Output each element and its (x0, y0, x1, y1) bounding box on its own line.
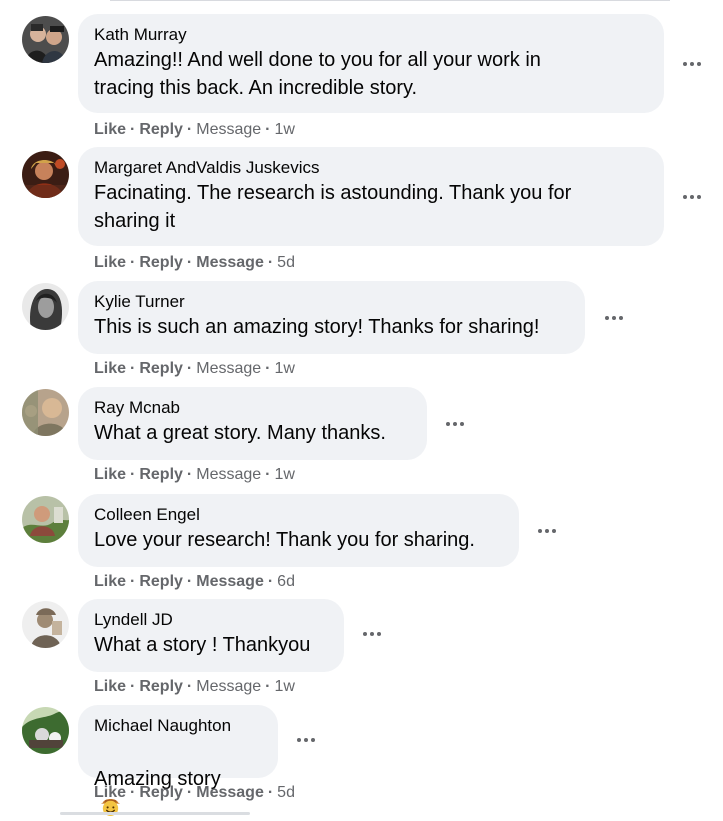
reply-link[interactable]: Reply (139, 678, 183, 695)
comment-text: This is such an amazing story! Thanks fo… (94, 316, 540, 338)
comment-actions: Like · Reply · Message · 5d (94, 254, 295, 271)
comment-bubble: Michael Naughton Amazing story (78, 705, 278, 817)
message-link[interactable]: Message (196, 784, 264, 801)
reply-link[interactable]: Reply (139, 573, 183, 590)
avatar[interactable] (22, 496, 69, 543)
comment-time[interactable]: 1w (275, 121, 295, 138)
comment-actions: Like · Reply · Message · 6d (94, 573, 295, 590)
avatar[interactable] (22, 707, 69, 754)
message-link[interactable]: Message (196, 121, 261, 138)
message-link[interactable]: Message (196, 254, 264, 271)
more-options-icon[interactable] (598, 308, 630, 328)
like-link[interactable]: Like (94, 360, 126, 377)
avatar[interactable] (22, 601, 69, 648)
comment-text: Facinating. The research is astounding. … (94, 182, 572, 232)
comment-author[interactable]: Ray Mcnab (94, 397, 411, 419)
comment-text: Amazing story (94, 737, 262, 821)
comment-bubble: Kath Murray Amazing!! And well done to y… (78, 14, 664, 113)
comment-author[interactable]: Michael Naughton (94, 715, 262, 737)
comment-actions: Like · Reply · Message · 1w (94, 466, 295, 483)
comment-text: Amazing!! And well done to you for all y… (94, 49, 541, 99)
reply-link[interactable]: Reply (139, 360, 183, 377)
comment-time[interactable]: 5d (277, 784, 295, 801)
like-link[interactable]: Like (94, 678, 126, 695)
comment-bubble: Lyndell JD What a story ! Thankyou (78, 599, 344, 672)
message-link[interactable]: Message (196, 360, 261, 377)
comment-author[interactable]: Kylie Turner (94, 291, 569, 313)
comment-author[interactable]: Kath Murray (94, 24, 648, 46)
message-link[interactable]: Message (196, 466, 261, 483)
comment-bubble: Colleen Engel Love your research! Thank … (78, 494, 519, 567)
comment-time[interactable]: 1w (275, 678, 295, 695)
comment-author[interactable]: Lyndell JD (94, 609, 328, 631)
more-options-icon[interactable] (290, 730, 322, 750)
like-link[interactable]: Like (94, 466, 126, 483)
comment-time[interactable]: 5d (277, 254, 295, 271)
avatar[interactable] (22, 389, 69, 436)
comment-author[interactable]: Margaret AndValdis Juskevics (94, 157, 648, 179)
comment-time[interactable]: 1w (275, 466, 295, 483)
avatar[interactable] (22, 283, 69, 330)
like-link[interactable]: Like (94, 121, 126, 138)
comment-time[interactable]: 6d (277, 573, 295, 590)
comment-bubble: Ray Mcnab What a great story. Many thank… (78, 387, 427, 460)
more-options-icon[interactable] (676, 54, 708, 74)
more-options-icon[interactable] (356, 624, 388, 644)
comment-time[interactable]: 1w (275, 360, 295, 377)
like-link[interactable]: Like (94, 254, 126, 271)
comment-text: What a great story. Many thanks. (94, 422, 386, 444)
avatar[interactable] (22, 16, 69, 63)
message-link[interactable]: Message (196, 573, 264, 590)
comment-actions: Like · Reply · Message · 5d (94, 784, 295, 801)
avatar[interactable] (22, 151, 69, 198)
more-options-icon[interactable] (676, 187, 708, 207)
top-divider (110, 0, 670, 1)
comment-actions: Like · Reply · Message · 1w (94, 360, 295, 377)
reply-link[interactable]: Reply (139, 121, 183, 138)
more-options-icon[interactable] (531, 521, 563, 541)
like-link[interactable]: Like (94, 784, 126, 801)
more-options-icon[interactable] (439, 414, 471, 434)
comment-actions: Like · Reply · Message · 1w (94, 121, 295, 138)
comment-text: Love your research! Thank you for sharin… (94, 529, 475, 551)
like-link[interactable]: Like (94, 573, 126, 590)
comment-bubble: Margaret AndValdis Juskevics Facinating.… (78, 147, 664, 246)
comment-author[interactable]: Colleen Engel (94, 504, 503, 526)
reply-link[interactable]: Reply (139, 784, 183, 801)
comment-bubble: Kylie Turner This is such an amazing sto… (78, 281, 585, 354)
reply-link[interactable]: Reply (139, 254, 183, 271)
reply-link[interactable]: Reply (139, 466, 183, 483)
comment-text: What a story ! Thankyou (94, 634, 311, 656)
comment-actions: Like · Reply · Message · 1w (94, 678, 295, 695)
message-link[interactable]: Message (196, 678, 261, 695)
